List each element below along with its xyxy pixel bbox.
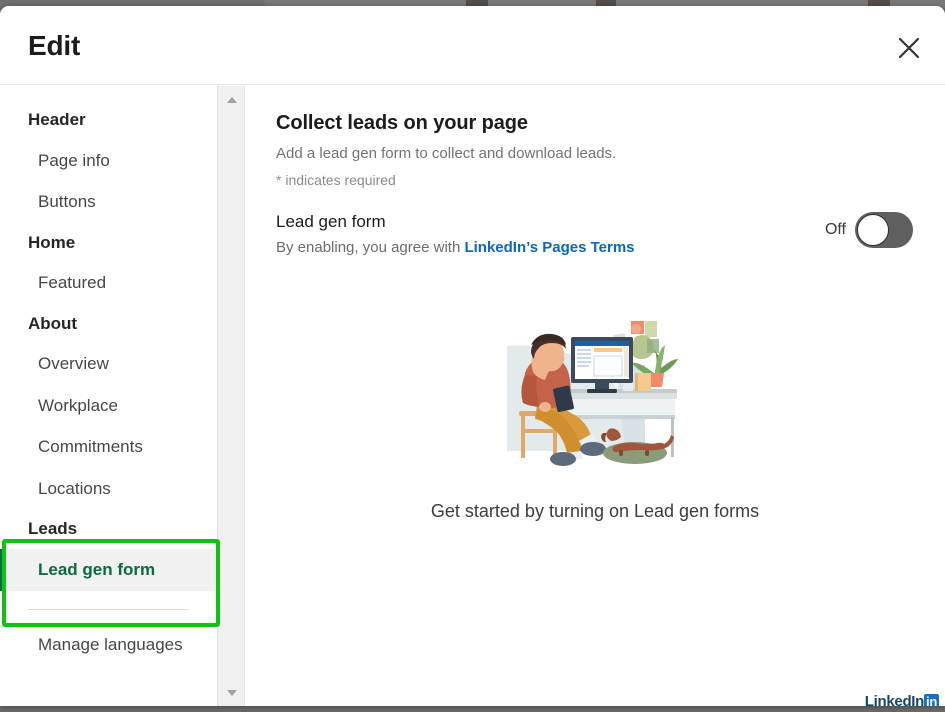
watermark-badge: in (924, 694, 939, 706)
required-note: * indicates required (276, 172, 396, 188)
edit-modal: Edit Header Page info Buttons Home Featu… (0, 6, 945, 706)
person-at-desk-with-dog-illustration (507, 315, 678, 466)
sidebar-item-featured[interactable]: Featured (0, 262, 217, 304)
toggle-state-label: Off (824, 221, 846, 238)
sidebar-group-about: About (28, 313, 78, 333)
linkedin-watermark: LinkedIn in (865, 693, 939, 706)
sidebar-group-home: Home (28, 232, 76, 252)
lead-gen-form-label: Lead gen form (276, 212, 386, 231)
sidebar-nav-list: Header Page info Buttons Home Featured A… (0, 86, 217, 706)
sidebar-item-overview[interactable]: Overview (0, 343, 217, 385)
sidebar: Header Page info Buttons Home Featured A… (0, 86, 245, 706)
sidebar-item-commitments[interactable]: Commitments (0, 426, 217, 468)
sidebar-item-lead-gen-form[interactable]: Lead gen form (0, 549, 217, 591)
toggle-control-group: Off (825, 212, 913, 248)
linkedin-pages-terms-link[interactable]: LinkedIn’s Pages Terms (464, 239, 634, 256)
sidebar-item-locations[interactable]: Locations (0, 468, 217, 510)
help-prefix-text: By enabling, you agree with (276, 239, 465, 256)
empty-state-caption: Get started by turning on Lead gen forms (430, 501, 760, 521)
scrollbar-down-button[interactable] (218, 679, 245, 706)
scroll-down-arrow-icon (226, 689, 237, 696)
sidebar-item-buttons[interactable]: Buttons (0, 181, 217, 223)
close-button[interactable] (891, 30, 927, 66)
switch-knob (857, 214, 889, 246)
sidebar-item-page-info[interactable]: Page info (0, 140, 217, 182)
main-content: Collect leads on your page Add a lead ge… (245, 86, 945, 706)
empty-state: Get started by turning on Lead gen forms (245, 301, 945, 522)
lead-gen-form-switch[interactable] (855, 212, 913, 248)
sidebar-divider (28, 608, 189, 610)
lead-gen-form-help: By enabling, you agree with LinkedIn’s P… (276, 239, 795, 256)
sidebar-item-manage-languages[interactable]: Manage languages (0, 624, 217, 666)
section-subtitle: Add a lead gen form to collect and downl… (276, 145, 617, 162)
watermark-text: LinkedIn (864, 693, 925, 706)
lead-gen-form-toggle-row: Lead gen form By enabling, you agree wit… (276, 212, 915, 264)
modal-body: Header Page info Buttons Home Featured A… (0, 86, 945, 706)
sidebar-scrollbar[interactable] (217, 86, 244, 706)
sidebar-group-header: Header (28, 110, 86, 129)
modal-header: Edit (0, 6, 945, 85)
close-icon (896, 35, 922, 61)
scrollbar-up-button[interactable] (218, 86, 245, 113)
sidebar-item-workplace[interactable]: Workplace (0, 385, 217, 427)
section-title: Collect leads on your page (276, 112, 528, 134)
sidebar-group-leads: Leads (28, 519, 78, 539)
scroll-up-arrow-icon (226, 96, 237, 103)
page-title: Edit (28, 30, 81, 61)
